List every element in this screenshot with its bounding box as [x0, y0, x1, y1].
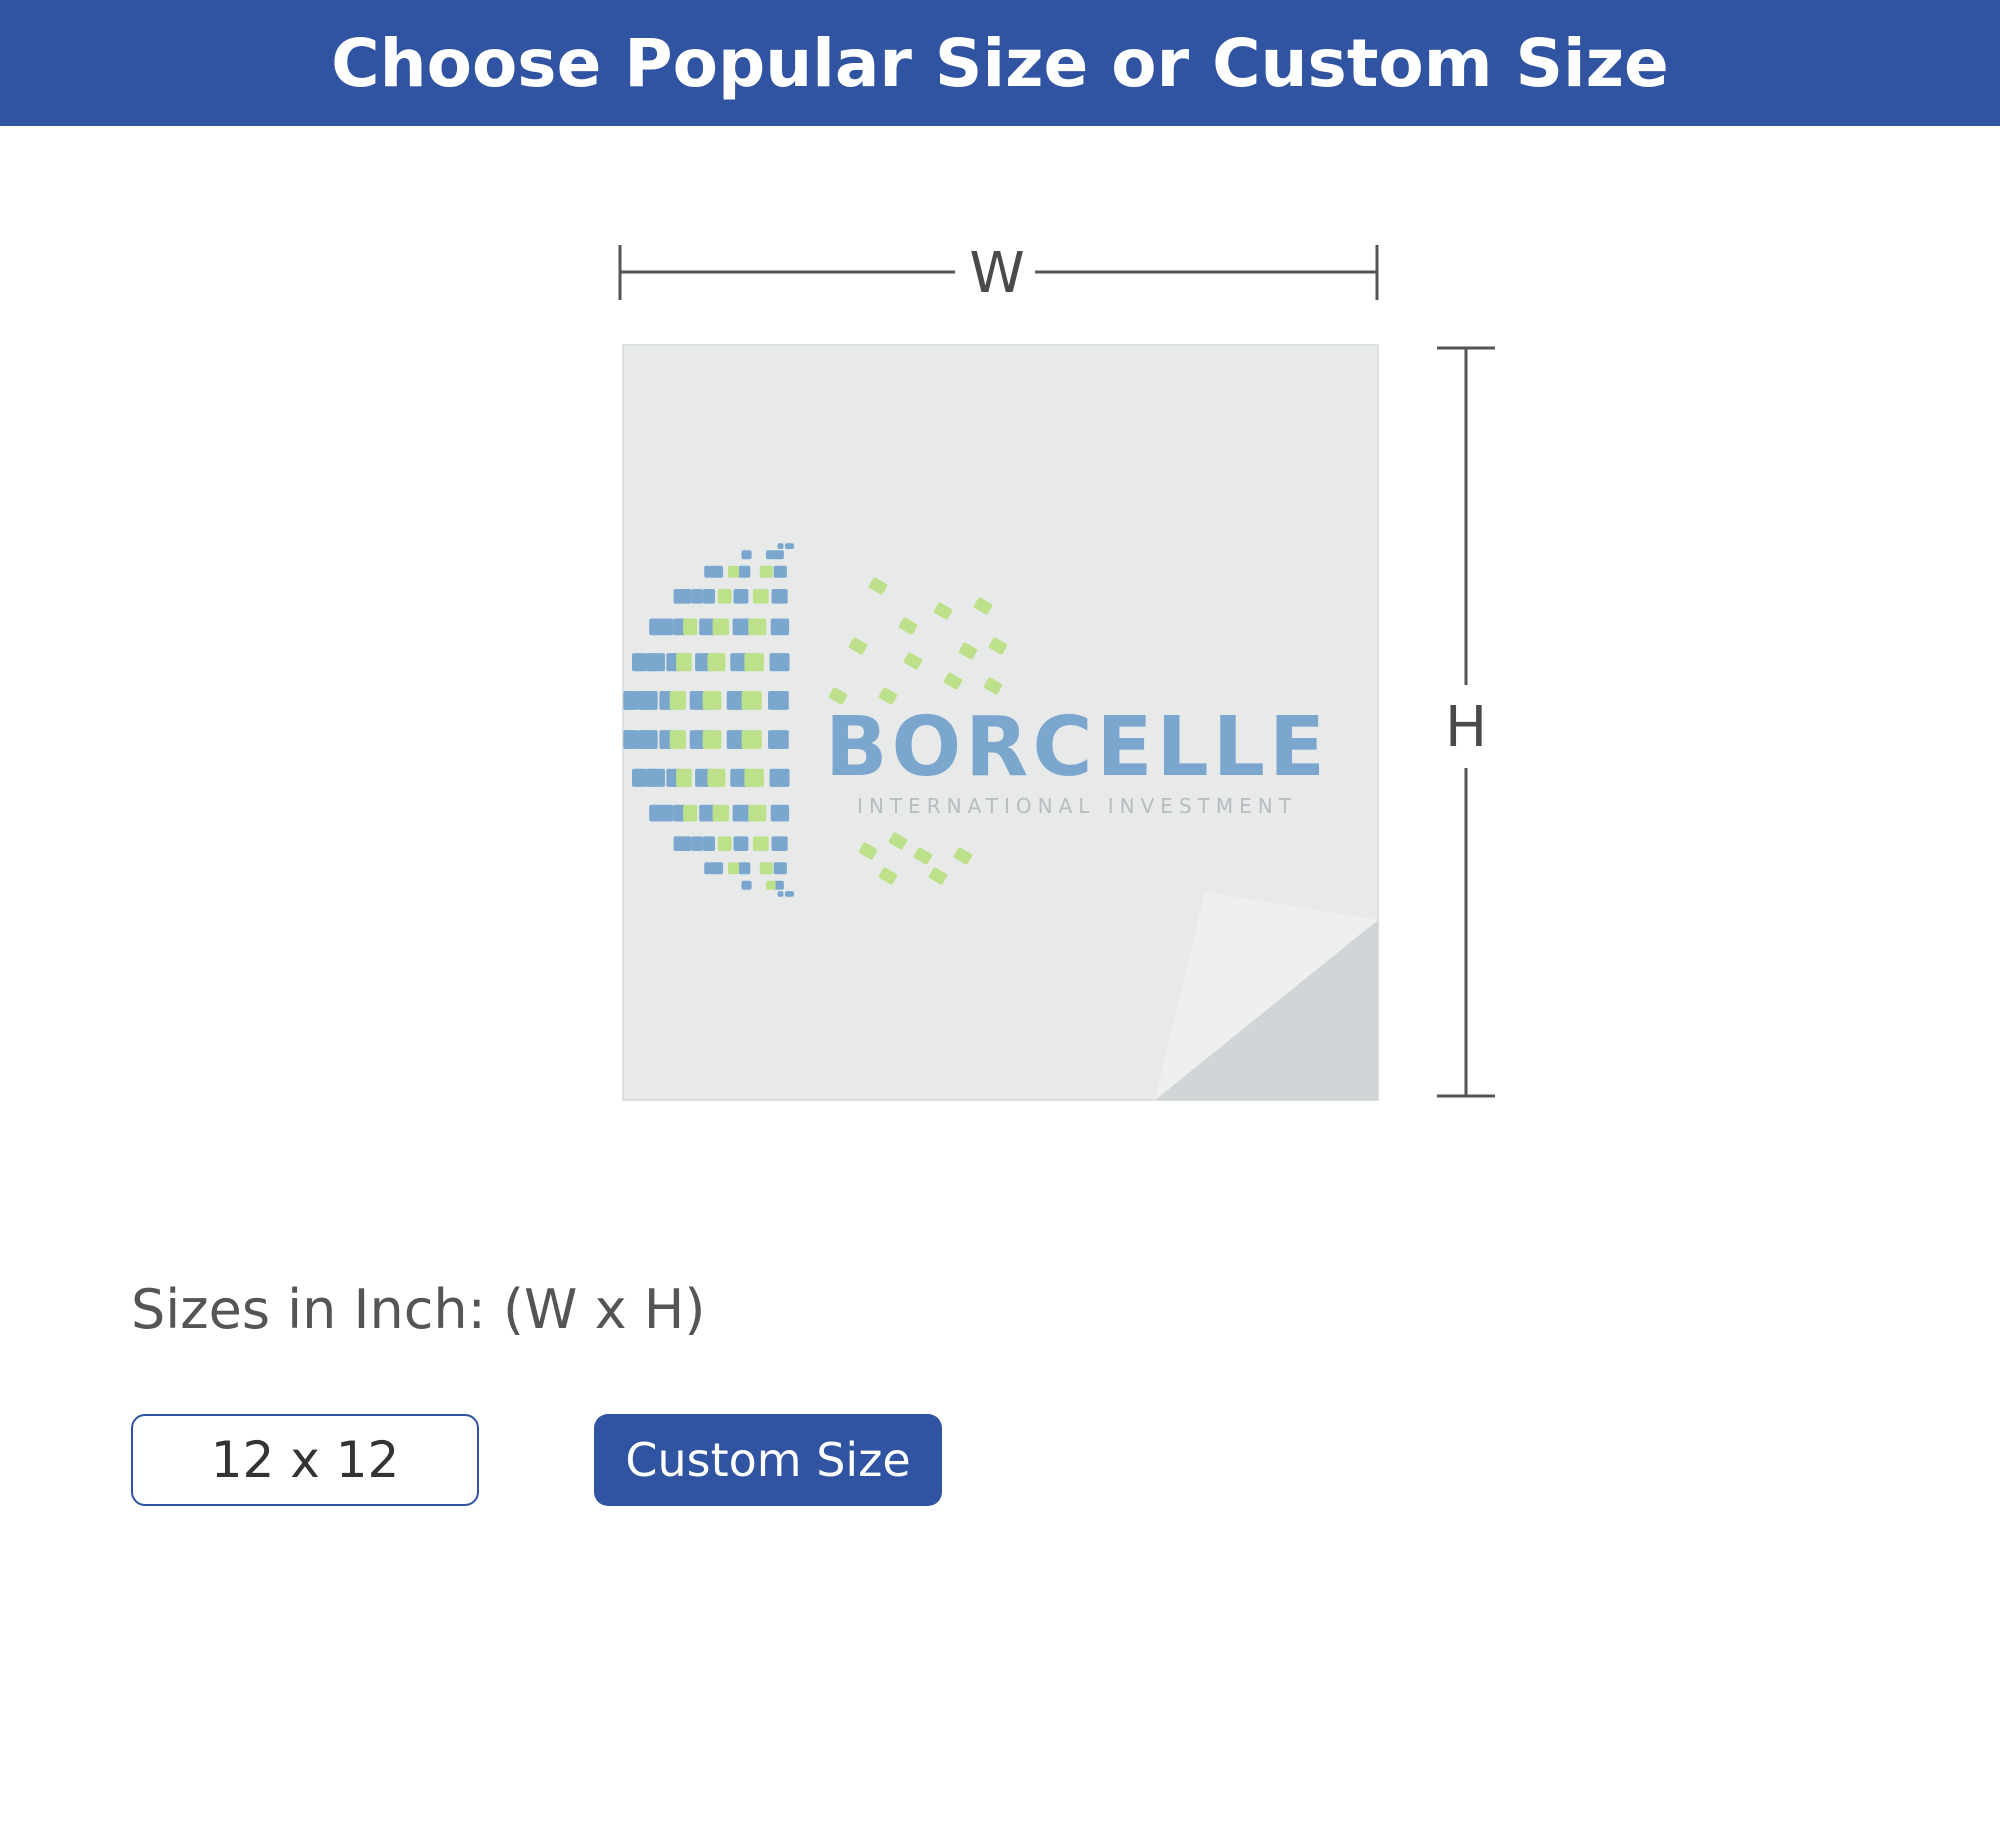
globe-tile	[738, 862, 751, 875]
globe-tile	[649, 618, 656, 636]
globe-tile	[683, 804, 698, 822]
globe-tile	[774, 550, 784, 560]
globe-tile	[625, 691, 634, 710]
globe-tile	[777, 543, 784, 549]
globe-tile	[728, 565, 739, 578]
globe-tile	[702, 589, 715, 604]
logo-brand: BORCELLE	[825, 700, 1329, 795]
globe-tile	[681, 589, 692, 604]
globe-tile	[759, 862, 773, 875]
globe-tile	[728, 862, 739, 875]
globe-tile	[691, 836, 703, 851]
globe-tile	[683, 618, 698, 636]
globe-tile	[681, 836, 692, 851]
width-label: W	[969, 241, 1024, 306]
globe-tile	[637, 691, 650, 710]
globe-tile	[732, 804, 750, 822]
globe-tile	[744, 880, 752, 890]
globe-tile	[676, 653, 692, 672]
globe-tile	[656, 618, 666, 636]
globe-tile	[645, 768, 658, 787]
globe-tile	[645, 653, 658, 672]
globe-tile	[714, 565, 724, 578]
globe-tile	[676, 768, 692, 787]
globe-tile	[712, 618, 729, 636]
globe-tile	[732, 618, 750, 636]
globe-tile	[702, 836, 715, 851]
globe-tile	[699, 804, 715, 822]
globe-tile	[714, 862, 724, 875]
globe-tile	[768, 691, 789, 710]
sizes-heading: Sizes in Inch: (W x H)	[131, 1278, 706, 1341]
globe-tile	[649, 804, 656, 822]
globe-tile	[637, 730, 650, 749]
globe-tile	[771, 836, 788, 851]
globe-tile	[752, 836, 769, 851]
custom-size-button[interactable]: Custom Size	[594, 1414, 942, 1506]
globe-tile	[744, 653, 764, 672]
globe-tile	[704, 565, 711, 578]
globe-tile	[769, 768, 790, 787]
height-label: H	[1445, 695, 1487, 760]
globe-tile	[771, 589, 788, 604]
globe-tile	[707, 768, 726, 787]
globe-tile	[717, 836, 732, 851]
globe-tile	[741, 730, 762, 749]
globe-tile	[717, 589, 732, 604]
globe-tile	[748, 804, 767, 822]
globe-tile	[748, 618, 767, 636]
globe-tile	[656, 804, 666, 822]
globe-tile	[699, 618, 715, 636]
size-option-12x12[interactable]: 12 x 12	[131, 1414, 479, 1506]
globe-tile	[770, 618, 790, 636]
logo-tagline: INTERNATIONAL INVESTMENT	[857, 794, 1297, 818]
globe-tile	[766, 880, 776, 890]
globe-tile	[712, 804, 729, 822]
globe-tile	[738, 565, 751, 578]
globe-tile	[625, 730, 634, 749]
globe-tile	[691, 589, 703, 604]
globe-tile	[787, 891, 794, 897]
globe-tile	[759, 565, 773, 578]
globe-tile	[773, 565, 787, 578]
globe-tile	[634, 768, 643, 787]
globe-tile	[707, 653, 726, 672]
globe-tile	[769, 653, 790, 672]
globe-tile	[673, 589, 680, 604]
globe-tile	[741, 691, 762, 710]
globe-tile	[669, 691, 686, 710]
globe-tile	[733, 589, 749, 604]
globe-tile	[770, 804, 790, 822]
globe-tile	[702, 691, 722, 710]
globe-tile	[733, 836, 749, 851]
globe-tile	[777, 891, 784, 897]
globe-tile	[773, 862, 787, 875]
globe-tile	[634, 653, 643, 672]
globe-tile	[752, 589, 769, 604]
globe-tile	[744, 768, 764, 787]
size-diagram: W H BORCELLE INTERNATIONAL INVESTMENT	[618, 241, 1495, 1101]
globe-tile	[669, 730, 686, 749]
globe-tile	[768, 730, 789, 749]
globe-tile	[702, 730, 722, 749]
globe-tile	[704, 862, 711, 875]
globe-tile	[744, 550, 752, 560]
globe-tile	[673, 836, 680, 851]
globe-tile	[787, 543, 794, 549]
